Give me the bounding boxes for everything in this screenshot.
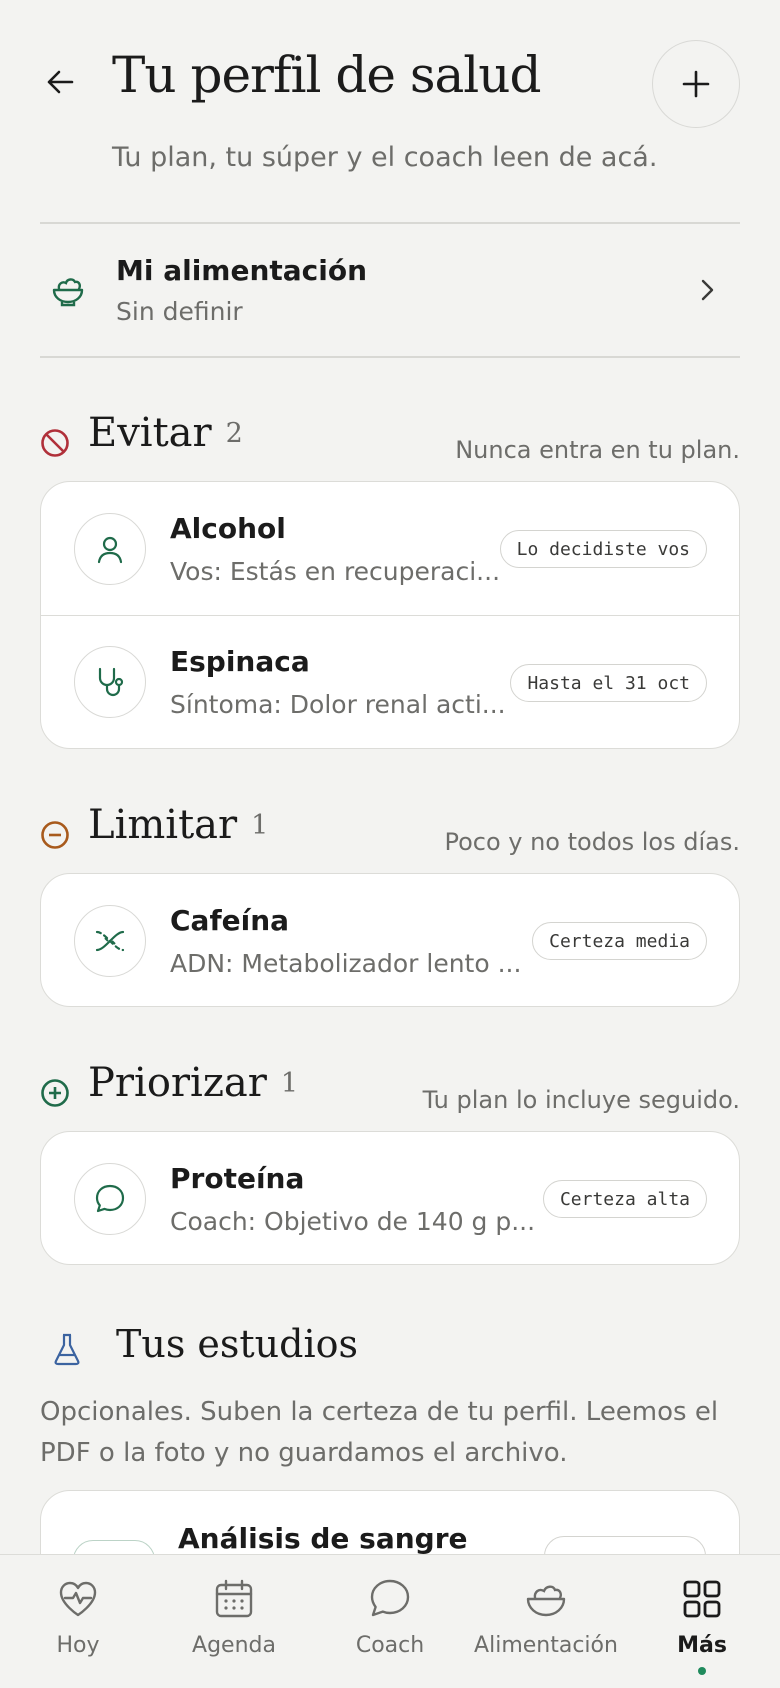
section-header-avoid: Evitar 2 Nunca entra en tu plan.: [40, 410, 740, 470]
avoid-list: Alcohol Vos: Estás en recuperaci... Lo d…: [40, 481, 740, 749]
nav-label: Coach: [355, 1633, 425, 1658]
chat-icon: [95, 1184, 125, 1212]
prioritize-list: Proteína Coach: Objetivo de 140 g p... C…: [40, 1131, 740, 1265]
nav-item-alimentacion[interactable]: Alimentación: [468, 1555, 624, 1688]
item-icon-badge: [74, 1162, 146, 1235]
arrow-left-icon: [47, 70, 74, 94]
ban-icon: [41, 429, 69, 457]
nav-item-agenda[interactable]: Agenda: [156, 1555, 312, 1688]
stethoscope-icon: [98, 667, 124, 697]
minus-circle-icon: [41, 821, 69, 849]
section-title: Limitar: [88, 802, 238, 848]
list-item[interactable]: Espinaca Síntoma: Dolor renal acti... Ha…: [41, 615, 739, 748]
plus-circle-icon: [41, 1079, 69, 1107]
flask-icon: [54, 1333, 80, 1366]
limit-list: Cafeína ADN: Metabolizador lento ... Cer…: [40, 873, 740, 1007]
nav-item-mas[interactable]: Más: [624, 1555, 780, 1688]
studies-title: Tus estudios: [116, 1322, 358, 1366]
heart-pulse-icon: [59, 1581, 97, 1617]
calendar-icon: [215, 1579, 253, 1618]
grid-icon: [683, 1580, 721, 1618]
nav-label: Alimentación: [474, 1633, 618, 1658]
bowl-icon: [526, 1585, 566, 1617]
item-icon-badge: [74, 904, 146, 977]
diet-row[interactable]: Mi alimentación Sin definir: [40, 224, 740, 356]
plus-icon: [682, 70, 710, 98]
section-header-limit: Limitar 1 Poco y no todos los días.: [40, 802, 740, 862]
diet-value: Sin definir: [116, 297, 243, 326]
list-item[interactable]: Alcohol Vos: Estás en recuperaci... Lo d…: [41, 482, 739, 615]
nav-label: Hoy: [56, 1633, 100, 1658]
item-icon-badge: [74, 646, 146, 718]
status-badge: Lo decidiste vos: [499, 530, 707, 568]
divider: [40, 356, 740, 358]
back-button[interactable]: [36, 58, 84, 106]
nav-item-hoy[interactable]: Hoy: [0, 1555, 156, 1688]
active-indicator: [698, 1667, 706, 1675]
section-count: 1: [280, 1068, 299, 1099]
status-badge: Certeza alta: [542, 1180, 707, 1218]
section-count: 2: [225, 418, 243, 449]
section-count: 1: [251, 810, 269, 841]
bottom-navigation: Hoy Agenda Coach Alimentación Más: [0, 1554, 780, 1688]
item-icon-badge: [74, 512, 146, 585]
studies-description: Opcionales. Suben la certeza de tu perfi…: [40, 1397, 719, 1468]
section-note: Tu plan lo incluye seguido.: [422, 1086, 740, 1114]
study-title: Análisis de sangre: [178, 1522, 468, 1555]
nav-label: Agenda: [192, 1633, 276, 1658]
nav-label: Más: [677, 1633, 727, 1658]
status-badge: Certeza media: [532, 922, 707, 960]
status-badge: Hasta el 31 oct: [510, 664, 707, 702]
section-note: Poco y no todos los días.: [444, 828, 740, 856]
chat-icon: [370, 1579, 410, 1617]
section-title: Priorizar: [88, 1060, 267, 1106]
dna-icon: [95, 930, 125, 951]
salad-bowl-icon: [52, 278, 84, 307]
chevron-right-icon: [701, 279, 714, 301]
section-title: Evitar: [88, 410, 212, 456]
add-button[interactable]: [652, 40, 740, 128]
section-note: Nunca entra en tu plan.: [455, 436, 740, 464]
section-header-prioritize: Priorizar 1 Tu plan lo incluye seguido.: [40, 1060, 740, 1120]
nav-item-coach[interactable]: Coach: [312, 1555, 468, 1688]
list-item[interactable]: Proteína Coach: Objetivo de 140 g p... C…: [41, 1132, 739, 1264]
page-title: Tu perfil de salud: [112, 46, 541, 104]
user-icon: [97, 536, 123, 563]
page-subtitle: Tu plan, tu súper y el coach leen de acá…: [112, 142, 658, 173]
diet-title: Mi alimentación: [116, 254, 368, 287]
list-item[interactable]: Cafeína ADN: Metabolizador lento ... Cer…: [41, 874, 739, 1006]
